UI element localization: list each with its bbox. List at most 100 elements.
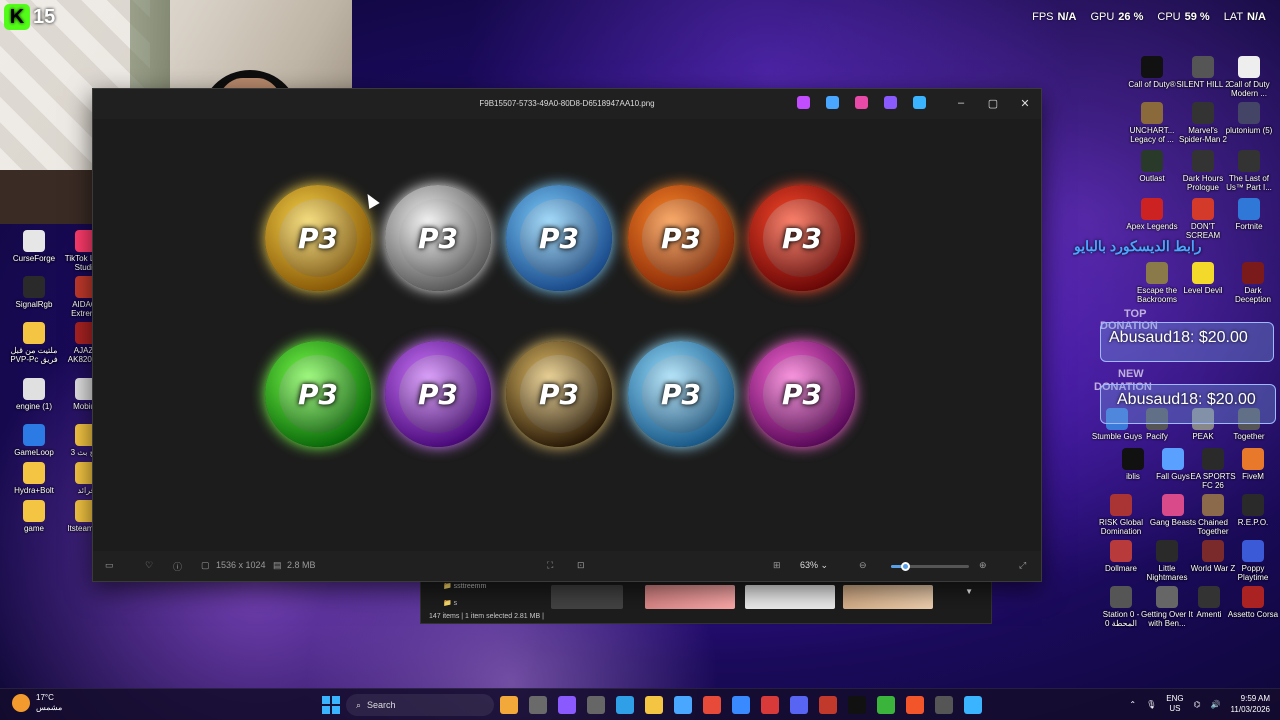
explorer-thumbnail[interactable] [645, 585, 735, 609]
close-button[interactable]: ✕ [1009, 89, 1041, 117]
eagle-emblem: P3 [749, 341, 855, 447]
crop-icon[interactable]: ⛶ [547, 560, 553, 571]
shortcut-label: RISK Global Domination [1098, 518, 1144, 536]
zoom-out-icon[interactable]: ⊖ [859, 560, 867, 571]
app-icon [23, 462, 45, 484]
chevron-down-icon[interactable]: ▼ [965, 587, 973, 596]
photos-bottom-bar: ▭ ♡ ⓘ ▢ 1536 x 1024 ▤ 2.8 MB ⛶ ⊡ ⊞ 63% ⌄… [93, 551, 1041, 581]
language-indicator[interactable]: ENG US [1166, 694, 1183, 714]
visual-search-icon[interactable]: ⊡ [577, 560, 585, 571]
zoom-in-icon[interactable]: ⊕ [979, 560, 987, 571]
taskbar-app-icon[interactable] [935, 696, 953, 714]
desktop-shortcut[interactable]: GameLoop [6, 424, 62, 457]
fullscreen-icon[interactable]: ⤢ [1019, 560, 1026, 571]
favorite-heart-icon[interactable]: ♡ [145, 560, 153, 571]
explorer-folder-1[interactable]: 📁 ssttreemm [443, 582, 486, 590]
clock[interactable]: 9:59 AM 11/03/2026 [1231, 693, 1270, 715]
desktop-shortcut[interactable]: SignalRgb [6, 276, 62, 309]
shortcut-label: game [23, 524, 44, 533]
photos-viewer-window[interactable]: F9B15507-5733-49A0-80D8-D6518947AA10.png… [92, 88, 1042, 582]
taskbar-app-icon[interactable] [703, 696, 721, 714]
taskbar-app-icon[interactable] [616, 696, 634, 714]
taskbar-search[interactable]: ⌕ Search [346, 694, 494, 716]
taskbar-app-icon[interactable] [558, 696, 576, 714]
shortcut-label: plutonium (5) [1225, 126, 1273, 135]
donation-alert-1-text: Abusaud18: $20.00 [1109, 329, 1248, 346]
desktop-shortcut[interactable]: CurseForge [6, 230, 62, 263]
app-icon [23, 378, 45, 400]
file-size-icon: ▤ [273, 560, 282, 570]
taskbar-app-icon[interactable] [906, 696, 924, 714]
desktop-shortcut[interactable]: UNCHART... Legacy of ... [1125, 102, 1179, 144]
app-icon [23, 276, 45, 298]
desktop-shortcut[interactable]: engine (1) [6, 378, 62, 411]
shortcut-label: engine (1) [15, 402, 53, 411]
emblem-label: P3 [417, 221, 458, 255]
desktop-shortcut[interactable]: Call of Duty® [1125, 56, 1179, 89]
filmstrip-icon[interactable]: ▭ [105, 560, 114, 571]
window-controls: – ▢ ✕ [945, 89, 1041, 117]
volume-icon[interactable]: 🔊 [1211, 700, 1221, 709]
desktop-shortcut[interactable]: Hydra+Bolt [6, 462, 62, 495]
title-bar[interactable]: F9B15507-5733-49A0-80D8-D6518947AA10.png… [93, 89, 1041, 119]
paint-icon[interactable] [855, 96, 868, 109]
emblem-label: P3 [297, 221, 338, 255]
clipchamp-icon[interactable] [884, 96, 897, 109]
taskbar-app-icon[interactable] [529, 696, 547, 714]
taskbar-app-icon[interactable] [587, 696, 605, 714]
info-icon[interactable]: ⓘ [173, 560, 182, 573]
taskbar-app-icon[interactable] [500, 696, 518, 714]
zoom-slider[interactable] [891, 562, 969, 571]
taskbar-app-icon[interactable] [877, 696, 895, 714]
desktop-shortcut[interactable]: Assetto Corsa [1226, 586, 1280, 619]
fit-to-window-icon[interactable]: ⊞ [773, 560, 781, 571]
app-icon [1242, 540, 1264, 562]
explorer-thumbnail[interactable] [843, 585, 933, 609]
app-icon [1162, 494, 1184, 516]
weather-widget[interactable]: 17°C مشمس [12, 693, 62, 713]
onedrive-icon[interactable] [913, 96, 926, 109]
taskbar-app-icon[interactable] [645, 696, 663, 714]
desktop-shortcut[interactable]: game [6, 500, 62, 533]
taskbar-app-icon[interactable] [819, 696, 837, 714]
file-explorer-window[interactable]: 📁 ssttreemm 📁 s ▼ 147 items | 1 item sel… [420, 580, 992, 624]
app-icon [1238, 56, 1260, 78]
taskbar-app-icon[interactable] [848, 696, 866, 714]
zoom-slider-thumb[interactable] [901, 562, 911, 571]
explorer-thumbnail[interactable] [551, 585, 623, 609]
taskbar-app-icon[interactable] [761, 696, 779, 714]
taskbar-app-icon[interactable] [732, 696, 750, 714]
eagle-emblem: P3 [385, 185, 491, 291]
taskbar-app-icon[interactable] [674, 696, 692, 714]
desktop-shortcut[interactable]: EA SPORTS FC 26 [1186, 448, 1240, 490]
desktop-shortcut[interactable]: Level Devil [1176, 262, 1230, 295]
copilot-icon[interactable] [797, 96, 810, 109]
explorer-folder-2[interactable]: 📁 s [443, 599, 457, 607]
taskbar-app-icon[interactable] [790, 696, 808, 714]
desktop-shortcut[interactable]: The Last of Us™ Part I... [1222, 150, 1276, 192]
desktop-shortcut[interactable]: Apex Legends [1125, 198, 1179, 231]
desktop-shortcut[interactable]: ملتيت من قبل PVP-Pc فريق [6, 322, 62, 364]
minimize-button[interactable]: – [945, 89, 977, 117]
desktop-shortcut[interactable]: Dark Deception [1226, 262, 1280, 304]
shortcut-label: Call of Duty® [1128, 80, 1176, 89]
desktop-shortcut[interactable]: Fortnite [1222, 198, 1276, 231]
desktop-shortcut[interactable]: RISK Global Domination [1094, 494, 1148, 536]
desktop-shortcut[interactable]: plutonium (5) [1222, 102, 1276, 135]
microphone-icon[interactable]: 🎙 [1146, 700, 1156, 709]
zoom-level-dropdown[interactable]: 63% ⌄ [800, 560, 828, 571]
desktop-shortcut[interactable]: Outlast [1125, 150, 1179, 183]
explorer-thumbnail[interactable] [745, 585, 835, 609]
desktop-shortcut[interactable]: Call of Duty Modern ... [1222, 56, 1276, 98]
desktop-shortcut[interactable]: R.E.P.O. [1226, 494, 1280, 527]
emblem-label: P3 [781, 221, 822, 255]
image-canvas[interactable]: P3 P3 P3 P3 P3 P3 P3 P3 P3 P3 [93, 119, 1041, 551]
chevron-up-icon[interactable]: ⌃ [1129, 700, 1136, 709]
edit-icon[interactable] [826, 96, 839, 109]
desktop-shortcut[interactable]: Poppy Playtime [1226, 540, 1280, 582]
start-button[interactable] [322, 696, 340, 714]
taskbar-app-icon[interactable] [964, 696, 982, 714]
network-icon[interactable]: ⌬ [1194, 700, 1201, 709]
maximize-button[interactable]: ▢ [977, 89, 1009, 117]
shortcut-label: Dark Deception [1234, 286, 1272, 304]
